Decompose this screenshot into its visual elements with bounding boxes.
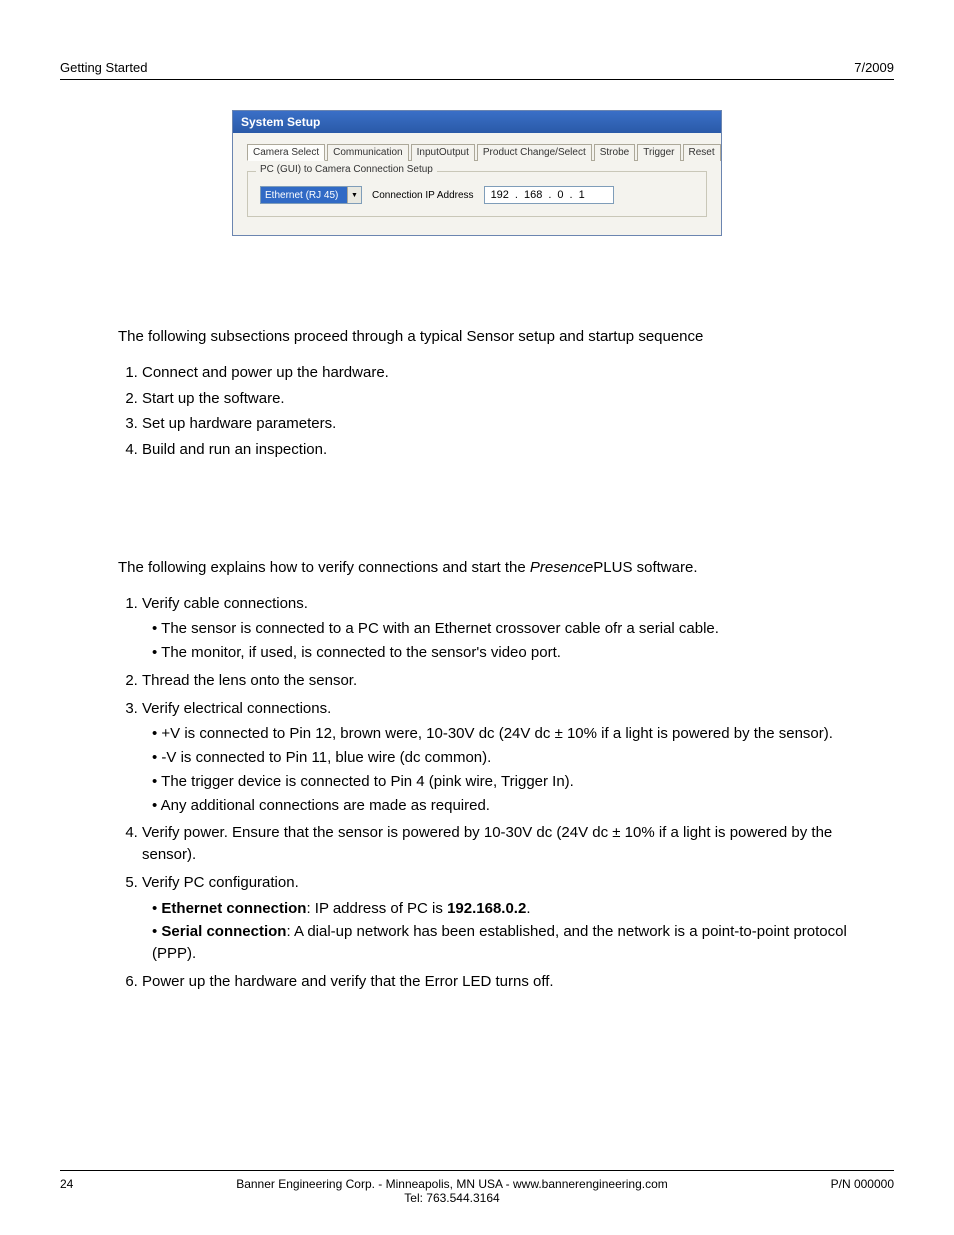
bullet-item: Serial connection: A dial-up network has…	[152, 921, 874, 965]
section1-intro: The following subsections proceed throug…	[118, 326, 874, 348]
list-item: Thread the lens onto the sensor.	[142, 670, 874, 692]
section2-intro: The following explains how to verify con…	[118, 557, 874, 579]
list-item: Verify PC configuration. Ethernet connec…	[142, 872, 874, 965]
list-item: Connect and power up the hardware.	[142, 362, 874, 384]
ip-octet-4: 1	[579, 189, 585, 201]
page-footer: 24 Banner Engineering Corp. - Minneapoli…	[60, 1170, 894, 1205]
bullet-item: The monitor, if used, is connected to th…	[152, 642, 874, 664]
section1-steps: Connect and power up the hardware. Start…	[118, 362, 874, 461]
ip-octet-3: 0	[557, 189, 563, 201]
list-item: Verify cable connections. The sensor is …	[142, 593, 874, 664]
bullet-item: -V is connected to Pin 11, blue wire (dc…	[152, 747, 874, 769]
ip-octet-1: 192	[491, 189, 509, 201]
bullet-item: Ethernet connection: IP address of PC is…	[152, 898, 874, 920]
combo-value: Ethernet (RJ 45)	[261, 187, 347, 203]
tab-strip: Camera Select Communication InputOutput …	[247, 143, 707, 161]
tab-input-output[interactable]: InputOutput	[411, 144, 475, 161]
tab-strobe[interactable]: Strobe	[594, 144, 635, 161]
tab-product-change[interactable]: Product Change/Select	[477, 144, 592, 161]
section2-steps: Verify cable connections. The sensor is …	[118, 593, 874, 993]
bullet-item: The trigger device is connected to Pin 4…	[152, 771, 874, 793]
footer-partno: P/N 000000	[831, 1177, 894, 1191]
page-number: 24	[60, 1177, 73, 1191]
footer-company: Banner Engineering Corp. - Minneapolis, …	[73, 1177, 830, 1191]
chevron-down-icon[interactable]: ▼	[347, 187, 361, 203]
screenshot-figure: System Setup Camera Select Communication…	[60, 110, 894, 236]
ip-octet-2: 168	[524, 189, 542, 201]
tab-trigger[interactable]: Trigger	[637, 144, 680, 161]
list-item: Set up hardware parameters.	[142, 413, 874, 435]
tab-communication[interactable]: Communication	[327, 144, 408, 161]
ip-address-label: Connection IP Address	[372, 190, 474, 201]
page-header: Getting Started 7/2009	[60, 60, 894, 80]
list-item: Start up the software.	[142, 388, 874, 410]
header-left: Getting Started	[60, 60, 147, 75]
connection-type-combo[interactable]: Ethernet (RJ 45) ▼	[260, 186, 362, 204]
connection-groupbox: PC (GUI) to Camera Connection Setup Ethe…	[247, 171, 707, 217]
tab-reset[interactable]: Reset	[683, 144, 721, 161]
bullet-item: +V is connected to Pin 12, brown were, 1…	[152, 723, 874, 745]
footer-tel: Tel: 763.544.3164	[73, 1191, 830, 1205]
bullet-item: Any additional connections are made as r…	[152, 795, 874, 817]
list-item: Power up the hardware and verify that th…	[142, 971, 874, 993]
tab-camera-select[interactable]: Camera Select	[247, 144, 325, 161]
document-body: The following subsections proceed throug…	[118, 326, 874, 993]
bullet-item: The sensor is connected to a PC with an …	[152, 618, 874, 640]
system-setup-window: System Setup Camera Select Communication…	[232, 110, 722, 236]
ip-address-input[interactable]: 192. 168. 0. 1	[484, 186, 614, 204]
header-right: 7/2009	[854, 60, 894, 75]
groupbox-label: PC (GUI) to Camera Connection Setup	[256, 164, 437, 175]
list-item: Build and run an inspection.	[142, 439, 874, 461]
list-item: Verify power. Ensure that the sensor is …	[142, 822, 874, 866]
list-item: Verify electrical connections. +V is con…	[142, 698, 874, 817]
window-title: System Setup	[233, 111, 721, 133]
